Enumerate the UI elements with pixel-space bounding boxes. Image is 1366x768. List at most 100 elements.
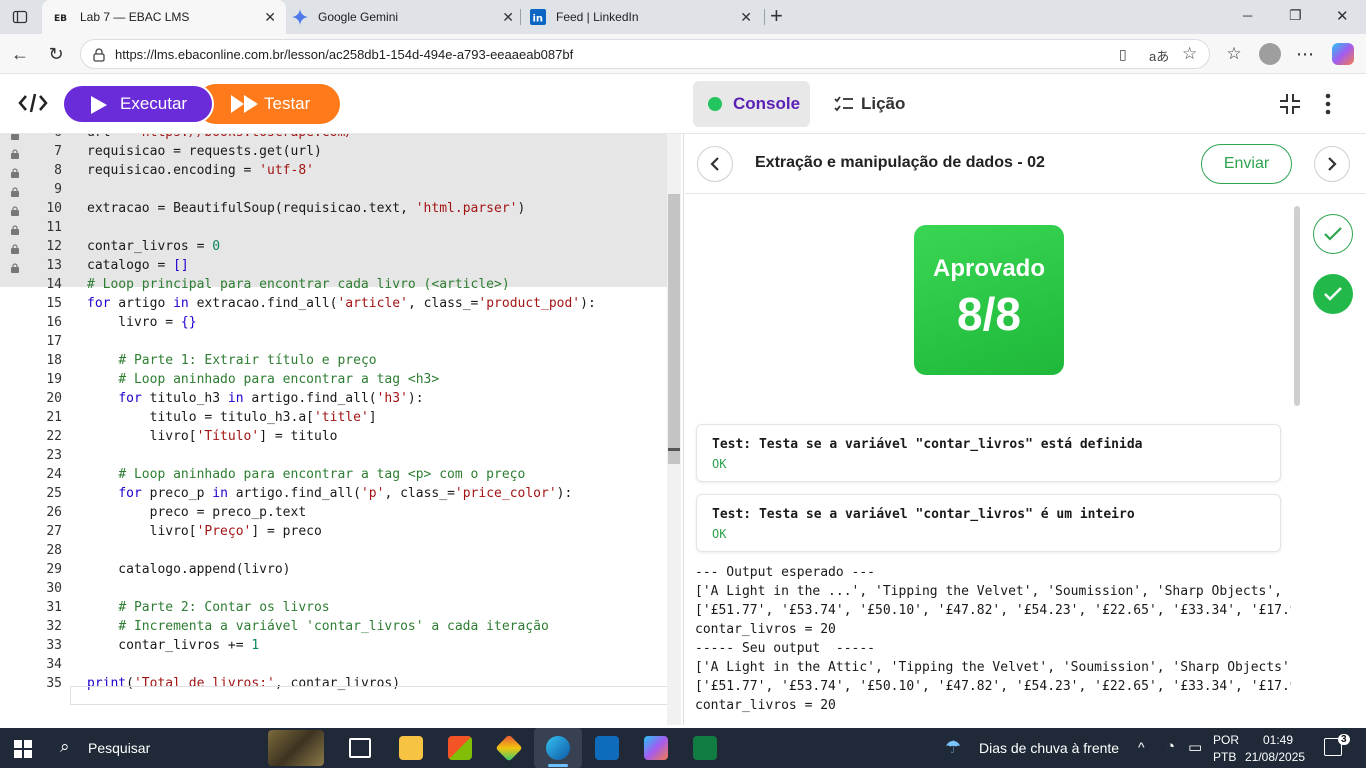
clock-date[interactable]: 21/08/2025 <box>1245 750 1305 764</box>
code-line[interactable]: 31 # Parte 2: Contar os livros <box>0 600 666 619</box>
code-line[interactable]: 26 preco = preco_p.text <box>0 505 666 524</box>
notification-count: 3 <box>1338 734 1350 745</box>
chevron-up-icon[interactable]: ^ <box>1138 739 1145 755</box>
code-line[interactable]: 32 # Incrementa a variável 'contar_livro… <box>0 619 666 638</box>
code-line[interactable]: 20 for titulo_h3 in artigo.find_all('h3'… <box>0 391 666 410</box>
code-line[interactable]: 8 requisicao.encoding = 'utf-8' <box>0 163 666 182</box>
tab-actions-icon[interactable] <box>12 9 28 25</box>
code-line[interactable]: 15 for artigo in extracao.find_all('artic… <box>0 296 666 315</box>
code-line[interactable]: 13 catalogo = [] <box>0 258 666 277</box>
code-line[interactable]: 23 <box>0 448 666 467</box>
output-line: ['£51.77', '£53.74', '£50.10', '£47.82',… <box>695 679 1291 694</box>
close-tab-icon[interactable]: ✕ <box>740 9 752 26</box>
code-line[interactable]: 19 # Loop aninhado para encontrar a tag … <box>0 372 666 391</box>
line-number: 30 <box>46 581 62 596</box>
excel-icon[interactable] <box>693 736 717 760</box>
code-line[interactable]: 11 <box>0 220 666 239</box>
close-tab-icon[interactable]: ✕ <box>264 9 276 26</box>
file-explorer-icon[interactable] <box>399 736 423 760</box>
code-line[interactable]: 6 url = 'https://books.toscrape.com/' <box>0 134 666 144</box>
new-tab-button[interactable]: + <box>770 3 783 29</box>
language-bottom[interactable]: PTB <box>1213 750 1236 764</box>
language-top[interactable]: POR <box>1213 733 1239 747</box>
code-line[interactable]: 28 <box>0 543 666 562</box>
windows-start-icon[interactable] <box>14 740 32 763</box>
code-line[interactable]: 10 extracao = BeautifulSoup(requisicao.te… <box>0 201 666 220</box>
close-window-button[interactable]: ✕ <box>1336 7 1349 25</box>
code-editor[interactable]: 6 url = 'https://books.toscrape.com/' 7 req… <box>0 134 684 725</box>
line-number: 8 <box>54 163 62 178</box>
code-line[interactable]: 22 livro['Título'] = titulo <box>0 429 666 448</box>
task-view-icon[interactable] <box>349 738 371 758</box>
lesson-label: Lição <box>861 94 906 113</box>
tab-ebac-lms[interactable]: EB Lab 7 — EBAC LMS ✕ <box>42 0 286 34</box>
display-icon[interactable]: ▭ <box>1188 738 1202 756</box>
maximize-button[interactable]: ❐ <box>1289 7 1302 24</box>
console-tab[interactable]: Console <box>693 81 810 127</box>
clock-time[interactable]: 01:49 <box>1263 733 1293 747</box>
next-button[interactable] <box>1314 146 1350 182</box>
copilot-app-icon[interactable] <box>644 736 668 760</box>
code-line[interactable]: 25 for preco_p in artigo.find_all('p', c… <box>0 486 666 505</box>
output-line: ['£51.77', '£53.74', '£50.10', '£47.82',… <box>695 603 1291 618</box>
line-number: 25 <box>46 486 62 501</box>
favorite-star-icon[interactable]: ☆ <box>1182 44 1197 64</box>
collapse-icon[interactable] <box>1278 92 1302 121</box>
profile-avatar[interactable] <box>1259 43 1281 65</box>
line-number: 26 <box>46 505 62 520</box>
code-line[interactable]: 21 titulo = titulo_h3.a['title'] <box>0 410 666 429</box>
address-bar[interactable]: https://lms.ebaconline.com.br/lesson/ac2… <box>80 39 1210 69</box>
previous-button[interactable] <box>697 146 733 182</box>
weather-text[interactable]: Dias de chuva à frente <box>979 740 1119 756</box>
code-line[interactable]: 12 contar_livros = 0 <box>0 239 666 258</box>
output-line: contar_livros = 20 <box>695 698 836 713</box>
microsoft-store-icon[interactable] <box>448 736 472 760</box>
panel-header: Extração e manipulação de dados - 02 Env… <box>685 134 1366 194</box>
reading-view-icon[interactable]: ▯ <box>1119 46 1127 63</box>
lesson-tab[interactable]: Lição <box>832 81 922 127</box>
test-button[interactable]: Testar <box>196 84 340 124</box>
code-line[interactable]: 27 livro['Preço'] = preco <box>0 524 666 543</box>
submit-button[interactable]: Enviar <box>1201 144 1292 184</box>
code-line[interactable]: 34 <box>0 657 666 676</box>
network-icon[interactable]: ◔ <box>1166 738 1175 755</box>
code-line[interactable]: 16 livro = {} <box>0 315 666 334</box>
code-line[interactable]: 30 <box>0 581 666 600</box>
more-options-icon[interactable]: ⋯ <box>1293 42 1317 66</box>
tab-linkedin[interactable]: in Feed | LinkedIn ✕ <box>526 0 762 34</box>
submit-label: Enviar <box>1223 155 1270 172</box>
taskbar-search[interactable]: ⌕ Pesquisar <box>50 728 340 768</box>
favorites-icon[interactable]: ☆ <box>1222 42 1246 66</box>
line-number: 15 <box>46 296 62 311</box>
read-aloud-icon[interactable]: aあ <box>1149 46 1169 65</box>
weather-icon[interactable]: ☂ <box>945 737 961 758</box>
line-number: 16 <box>46 315 62 330</box>
code-view-icon[interactable] <box>18 92 48 119</box>
code-line[interactable]: 24 # Loop aninhado para encontrar a tag … <box>0 467 666 486</box>
kebab-menu-icon[interactable] <box>1322 92 1334 121</box>
code-line[interactable]: 29 catalogo.append(livro) <box>0 562 666 581</box>
code-text: # Loop aninhado para encontrar a tag <p>… <box>118 467 526 482</box>
editor-scrollbar-thumb[interactable] <box>668 194 680 464</box>
git-tool-icon[interactable] <box>495 734 523 762</box>
close-tab-icon[interactable]: ✕ <box>502 9 514 26</box>
code-line[interactable]: 17 <box>0 334 666 353</box>
code-line[interactable]: 33 contar_livros += 1 <box>0 638 666 657</box>
code-line[interactable]: 7 requisicao = requests.get(url) <box>0 144 666 163</box>
site-info-icon[interactable] <box>91 47 107 68</box>
tab-google-gemini[interactable]: Google Gemini ✕ <box>288 0 524 34</box>
run-button[interactable]: Executar <box>62 84 214 124</box>
code-line[interactable]: 14 # Loop principal para encontrar cada l… <box>0 277 666 296</box>
copilot-icon[interactable] <box>1332 43 1354 65</box>
outlook-icon[interactable] <box>595 736 619 760</box>
test-card: Test: Testa se a variável "contar_livros… <box>696 494 1281 552</box>
minimize-button[interactable]: ─ <box>1243 8 1252 23</box>
edge-browser-icon[interactable] <box>546 736 570 760</box>
back-icon[interactable]: ← <box>8 42 32 66</box>
refresh-icon[interactable]: ↻ <box>44 42 68 66</box>
code-line[interactable]: 9 <box>0 182 666 201</box>
result-label: Aprovado <box>932 255 1045 282</box>
search-placeholder: Pesquisar <box>88 740 151 756</box>
panel-scrollbar[interactable] <box>1294 206 1300 406</box>
code-line[interactable]: 18 # Parte 1: Extrair título e preço <box>0 353 666 372</box>
